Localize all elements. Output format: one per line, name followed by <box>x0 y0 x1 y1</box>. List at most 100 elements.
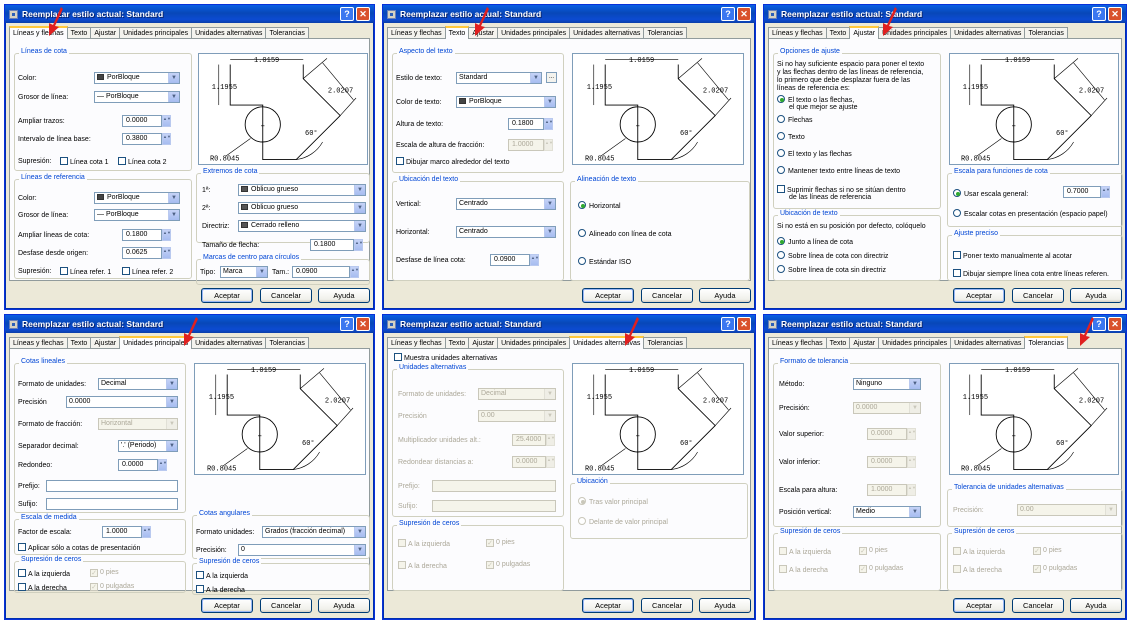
sup-linea-refer-2[interactable]: Línea refer. 2 <box>122 267 173 276</box>
metodo-combo[interactable]: Ninguno ▼ <box>853 378 921 390</box>
radio-delante-valor[interactable]: Delante de valor principal <box>578 517 668 526</box>
tol-alt-sup-derecha[interactable]: A la derecha <box>953 565 1002 574</box>
altura-spinner[interactable]: 0.1800 ▲▼ <box>508 118 553 130</box>
checkbox-box[interactable] <box>398 561 406 569</box>
sup-ang-izquierda[interactable]: A la izquierda <box>196 571 248 580</box>
radio-dot[interactable] <box>777 115 785 123</box>
rampliar-spinner[interactable]: 0.1800 ▲▼ <box>122 229 171 241</box>
radio-dot[interactable] <box>578 201 586 209</box>
checkbox-box[interactable] <box>398 539 406 547</box>
ok-button[interactable]: Aceptar <box>582 598 634 613</box>
radio-sobre-sin-directriz[interactable]: Sobre línea de cota sin directriz <box>777 265 886 274</box>
help-button[interactable]: Ayuda <box>699 288 751 303</box>
sup-ang-derecha[interactable]: A la derecha <box>196 585 245 594</box>
spinner-arrows-icon[interactable]: ▲▼ <box>544 139 553 151</box>
radio-dot[interactable] <box>953 209 961 217</box>
sup-0-pies[interactable]: 0 pies <box>90 569 119 577</box>
redondeo-spinner[interactable]: 0.0000 ▲▼ <box>118 459 167 471</box>
close-title-button[interactable]: ✕ <box>1108 7 1122 21</box>
tam-flecha-spinner[interactable]: 0.1800 ▲▼ <box>310 239 363 251</box>
rgrosor-combo[interactable]: — PorBloque ▼ <box>94 209 180 221</box>
tol-sup-0-pies[interactable]: 0 pies <box>859 547 888 555</box>
color-texto-combo[interactable]: PorBloque ▼ <box>456 96 556 108</box>
fraccion-combo[interactable]: Horizontal ▼ <box>98 418 178 430</box>
separador-combo[interactable]: '.' (Periodo) ▼ <box>118 440 178 452</box>
help-button[interactable]: Ayuda <box>1070 288 1122 303</box>
muestra-alternativas-checkbox[interactable]: Muestra unidades alternativas <box>394 353 497 362</box>
radio-estandar-iso[interactable]: Estándar ISO <box>578 257 631 266</box>
alt-sup-0-pulgadas[interactable]: 0 pulgadas <box>486 561 530 569</box>
color-combo[interactable]: PorBloque ▼ <box>94 72 180 84</box>
estilo-combo[interactable]: Standard ▼ <box>456 72 542 84</box>
ellipsis-button[interactable]: ... <box>546 72 557 83</box>
tol-sup-izquierda[interactable]: A la izquierda <box>779 547 831 556</box>
ampliar-spinner[interactable]: 0.0000 ▲▼ <box>122 115 171 127</box>
close-title-button[interactable]: ✕ <box>356 317 370 331</box>
checkbox-box[interactable] <box>196 571 204 579</box>
cancel-button[interactable]: Cancelar <box>1012 288 1064 303</box>
poner-texto-checkbox[interactable]: Poner texto manualmente al acotar <box>953 251 1072 260</box>
checkbox-box[interactable] <box>1033 547 1041 555</box>
checkbox-box[interactable] <box>90 583 98 591</box>
directriz-combo[interactable]: Cerrado relleno ▼ <box>238 220 366 232</box>
close-title-button[interactable]: ✕ <box>737 7 751 21</box>
escala-general-spinner[interactable]: 0.7000 ▲▼ <box>1063 186 1110 198</box>
suprimir-flechas-checkbox[interactable]: Suprimir flechas si no se sitúan dentro <box>777 185 906 194</box>
help-button[interactable]: Ayuda <box>699 598 751 613</box>
radio-dot[interactable] <box>777 166 785 174</box>
escala-altura-spinner[interactable]: 1.0000 ▲▼ <box>867 484 916 496</box>
checkbox-box[interactable] <box>953 547 961 555</box>
cancel-button[interactable]: Cancelar <box>1012 598 1064 613</box>
help-button[interactable]: Ayuda <box>318 598 370 613</box>
angular-precision-combo[interactable]: 0 ▼ <box>238 544 366 556</box>
checkbox-box[interactable] <box>1033 565 1041 573</box>
radio-dot[interactable] <box>578 517 586 525</box>
checkbox-box[interactable] <box>90 569 98 577</box>
sup-0-pulgadas[interactable]: 0 pulgadas <box>90 583 134 591</box>
tol-precision-combo[interactable]: 0.0000 ▼ <box>853 402 921 414</box>
e1-combo[interactable]: Oblicuo grueso ▼ <box>238 184 366 196</box>
help-title-button[interactable]: ? <box>721 317 735 331</box>
cancel-button[interactable]: Cancelar <box>641 288 693 303</box>
valor-superior-spinner[interactable]: 0.0000 ▲▼ <box>867 428 916 440</box>
tab-texto[interactable]: Texto <box>444 26 470 39</box>
rcolor-combo[interactable]: PorBloque ▼ <box>94 192 180 204</box>
horizontal-combo[interactable]: Centrado ▼ <box>456 226 556 238</box>
ok-button[interactable]: Aceptar <box>582 288 634 303</box>
help-title-button[interactable]: ? <box>340 7 354 21</box>
checkbox-box[interactable] <box>396 157 404 165</box>
radio-dot[interactable] <box>578 229 586 237</box>
alt-sufijo-input[interactable] <box>432 500 556 512</box>
intervalo-spinner[interactable]: 0.3800 ▲▼ <box>122 133 171 145</box>
sup-linea-cota-1[interactable]: Línea cota 1 <box>60 157 109 166</box>
sup-linea-refer-1[interactable]: Línea refer. 1 <box>60 267 111 276</box>
spinner-arrows-icon[interactable]: ▲▼ <box>162 115 171 127</box>
spinner-arrows-icon[interactable]: ▲▼ <box>907 484 916 496</box>
help-title-button[interactable]: ? <box>721 7 735 21</box>
radio-texto-o-flechas[interactable]: El texto o las flechas, <box>777 95 854 104</box>
escala-fraccion-spinner[interactable]: 1.0000 ▲▼ <box>508 139 553 151</box>
checkbox-box[interactable] <box>18 569 26 577</box>
alt-prefijo-input[interactable] <box>432 480 556 492</box>
cancel-button[interactable]: Cancelar <box>260 598 312 613</box>
radio-dot[interactable] <box>953 189 961 197</box>
spinner-arrows-icon[interactable]: ▲▼ <box>546 434 555 446</box>
desfase-spinner[interactable]: 0.0625 ▲▼ <box>122 247 171 259</box>
spinner-arrows-icon[interactable]: ▲▼ <box>907 456 916 468</box>
spinner-arrows-icon[interactable]: ▲▼ <box>162 133 171 145</box>
tab-tolerancias[interactable]: Tolerancias <box>1024 336 1068 349</box>
alt-sup-izquierda[interactable]: A la izquierda <box>398 539 450 548</box>
factor-spinner[interactable]: 1.0000 ▲▼ <box>102 526 151 538</box>
checkbox-box[interactable] <box>118 157 126 165</box>
tipo-combo[interactable]: Marca ▼ <box>220 266 268 278</box>
close-title-button[interactable]: ✕ <box>737 317 751 331</box>
checkbox-box[interactable] <box>953 565 961 573</box>
help-title-button[interactable]: ? <box>1092 7 1106 21</box>
help-button[interactable]: Ayuda <box>1070 598 1122 613</box>
alt-multiplicador-spinner[interactable]: 25.4000 ▲▼ <box>512 434 555 446</box>
checkbox-box[interactable] <box>779 565 787 573</box>
checkbox-box[interactable] <box>859 547 867 555</box>
close-title-button[interactable]: ✕ <box>1108 317 1122 331</box>
valor-inferior-spinner[interactable]: 0.0000 ▲▼ <box>867 456 916 468</box>
checkbox-box[interactable] <box>779 547 787 555</box>
